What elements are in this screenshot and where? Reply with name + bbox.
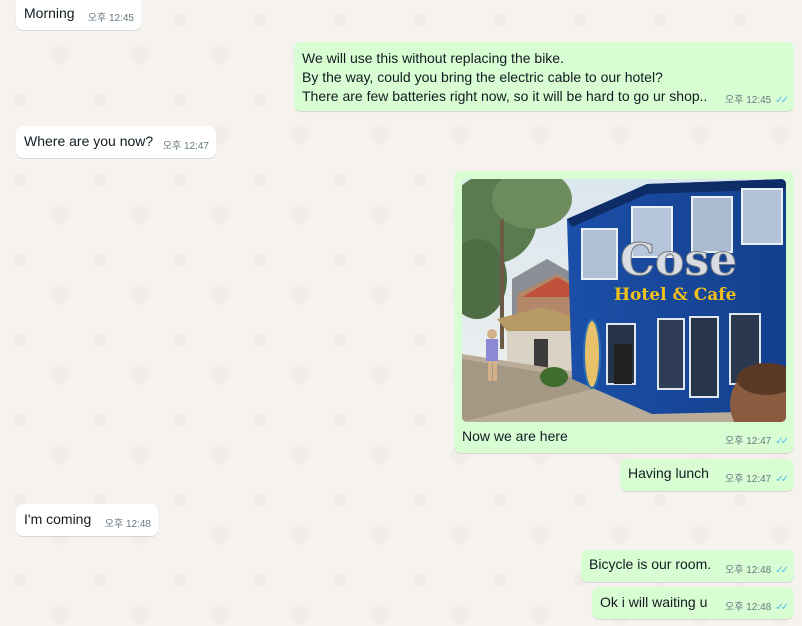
- message-outgoing[interactable]: Having lunch 오후 12:47 ✓✓: [620, 459, 794, 491]
- double-check-icon: ✓✓: [775, 95, 789, 106]
- message-time: 오후 12:48: [104, 519, 151, 530]
- message-time: 오후 12:48 ✓✓: [725, 565, 789, 576]
- message-incoming[interactable]: Where are you now? 오후 12:47: [16, 126, 216, 158]
- message-outgoing[interactable]: We will use this without replacing the b…: [294, 42, 794, 111]
- double-check-icon: ✓✓: [775, 474, 789, 485]
- chat-area[interactable]: Morning 오후 12:45 We will use this withou…: [0, 0, 802, 626]
- message-text: Bicycle is our room.: [589, 556, 712, 572]
- message-time: 오후 12:47: [162, 141, 209, 152]
- message-text: I'm coming: [24, 511, 92, 527]
- message-time: 오후 12:47 ✓✓: [725, 474, 789, 485]
- double-check-icon: ✓✓: [775, 565, 789, 576]
- message-text: Where are you now?: [24, 133, 154, 149]
- message-incoming[interactable]: I'm coming 오후 12:48: [16, 504, 158, 536]
- message-time: 오후 12:47 ✓✓: [725, 436, 789, 447]
- sign-main-text: Cose: [620, 235, 737, 286]
- message-text: Ok i will waiting u: [600, 594, 708, 610]
- message-outgoing-image[interactable]: Cose Hotel & Cafe Now we are here 오후 12:…: [454, 171, 794, 453]
- message-text: By the way, could you bring the electric…: [302, 69, 663, 85]
- message-time: 오후 12:45: [87, 13, 134, 24]
- message-text: We will use this without replacing the b…: [302, 50, 564, 66]
- message-text: Having lunch: [628, 465, 709, 481]
- shared-photo[interactable]: Cose Hotel & Cafe: [462, 179, 786, 422]
- double-check-icon: ✓✓: [775, 436, 789, 447]
- message-text: There are few batteries right now, so it…: [302, 88, 708, 104]
- message-time: 오후 12:45 ✓✓: [725, 95, 789, 106]
- message-time: 오후 12:48 ✓✓: [725, 602, 789, 613]
- sign-sub-text: Hotel & Cafe: [614, 285, 737, 305]
- image-caption: Now we are here: [462, 428, 568, 444]
- message-outgoing[interactable]: Ok i will waiting u 오후 12:48 ✓✓: [592, 587, 794, 619]
- message-text: Morning: [24, 5, 75, 21]
- double-check-icon: ✓✓: [775, 602, 789, 613]
- message-incoming[interactable]: Morning 오후 12:45: [16, 0, 141, 30]
- message-outgoing[interactable]: Bicycle is our room. 오후 12:48 ✓✓: [581, 550, 794, 582]
